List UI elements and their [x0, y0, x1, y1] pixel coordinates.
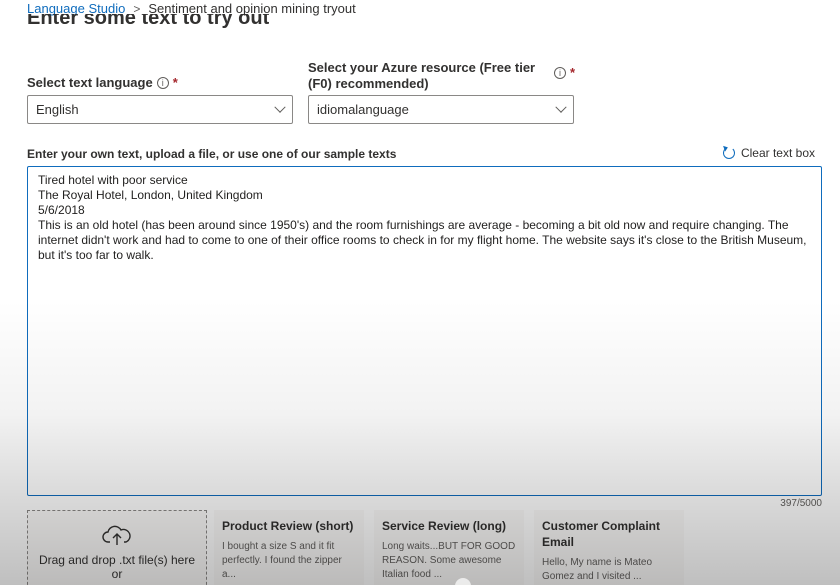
info-icon[interactable]: i [156, 77, 169, 89]
clear-text-label: Clear text box [740, 146, 815, 160]
resource-label: Select your Azure resource (Free tier (F… [308, 60, 548, 92]
resource-label-icons: i * [550, 65, 575, 81]
language-selected-value: English [36, 102, 79, 117]
required-marker: * [172, 75, 178, 90]
text-input-label: Enter your own text, upload a file, or u… [27, 147, 397, 161]
chevron-down-icon [274, 101, 286, 113]
sample-card-product-review[interactable]: Product Review (short) I bought a size S… [214, 510, 364, 585]
section-title-text: Enter some text to try out [27, 14, 270, 29]
clear-text-button[interactable]: Clear text box [722, 146, 815, 160]
upload-instruction: Drag and drop .txt file(s) here [38, 553, 196, 567]
resource-selected-value: idiomalanguage [317, 102, 409, 117]
sample-card-customer-complaint[interactable]: Customer Complaint Email Hello, My name … [534, 510, 684, 585]
chevron-down-icon [555, 101, 567, 113]
cloud-upload-icon [102, 525, 132, 547]
text-input-area[interactable]: Tired hotel with poor service The Royal … [27, 166, 822, 496]
resource-dropdown[interactable]: idiomalanguage [308, 95, 574, 124]
section-title: Enter some text to try out [27, 14, 269, 34]
sample-title: Product Review (short) [222, 519, 354, 533]
language-label-text: Select text language [27, 75, 153, 90]
required-marker: * [570, 65, 576, 80]
sample-title: Service Review (long) [382, 519, 507, 533]
sample-preview: I bought a size S and it fit perfectly. … [222, 541, 342, 580]
sample-preview: Long waits...BUT FOR GOOD REASON. Some a… [382, 541, 516, 580]
file-upload-dropzone[interactable]: Drag and drop .txt file(s) here or [27, 510, 207, 585]
language-dropdown[interactable]: English [27, 95, 293, 124]
sample-card-service-review[interactable]: Service Review (long) Long waits...BUT F… [374, 510, 524, 585]
language-label: Select text language i * [27, 75, 178, 91]
sample-title: Customer Complaint Email [542, 519, 661, 549]
refresh-icon [722, 147, 735, 159]
upload-or: or [111, 567, 123, 581]
info-icon[interactable]: i [554, 67, 566, 79]
sample-preview: Hello, My name is Mateo Gomez and I visi… [542, 557, 653, 582]
character-count: 397/5000 [780, 498, 822, 509]
resource-label-text: Select your Azure resource (Free tier (F… [308, 60, 536, 91]
